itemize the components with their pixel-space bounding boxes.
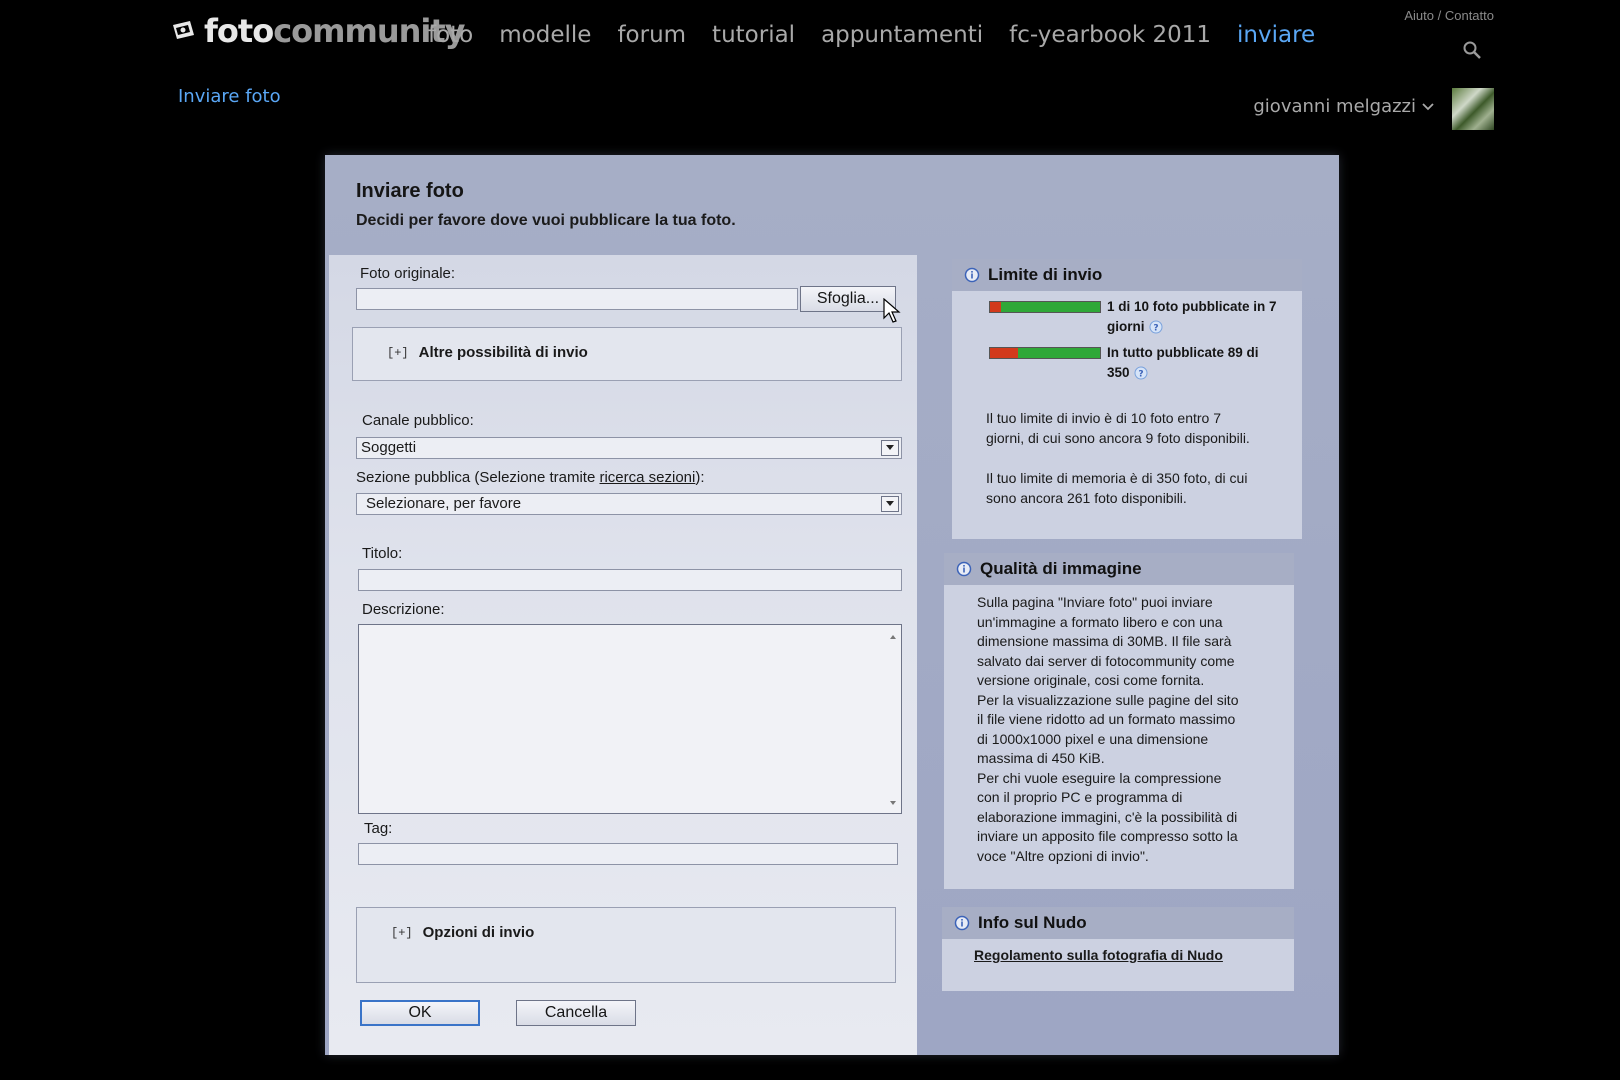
nav-foto[interactable]: foto (428, 22, 473, 48)
top-navigation-bar: fotocommunity foto modelle forum tutoria… (0, 0, 1620, 150)
nude-info-title: Info sul Nudo (978, 913, 1087, 932)
upload-dialog: Inviare foto Decidi per favore dove vuoi… (325, 155, 1339, 1055)
mouse-cursor-icon (883, 298, 901, 323)
expand-icon: [+] (391, 925, 413, 940)
image-quality-text: Sulla pagina "Inviare foto" puoi inviare… (977, 594, 1239, 864)
scroll-up-icon[interactable] (890, 635, 896, 639)
dialog-title: Inviare foto (356, 180, 464, 202)
help-contact-link[interactable]: Aiuto / Contatto (1404, 8, 1494, 23)
info-icon (956, 561, 972, 577)
title-input[interactable] (358, 569, 902, 591)
search-icon[interactable] (1462, 40, 1482, 60)
upload-limit-title: Limite di invio (988, 265, 1103, 284)
dropdown-arrow-icon[interactable] (881, 496, 899, 512)
weekly-limit-text: 1 di 10 foto pubblicate in 7 giorni? (1107, 299, 1277, 334)
original-photo-file-input[interactable] (356, 288, 798, 310)
public-channel-value: Soggetti (361, 439, 417, 456)
cancel-button[interactable]: Cancella (516, 1000, 636, 1026)
nav-inviare[interactable]: inviare (1237, 22, 1315, 48)
more-upload-options-label: Altre possibilità di invio (418, 344, 588, 361)
help-icon[interactable]: ? (1149, 320, 1163, 334)
nude-info-panel: Info sul Nudo Regolamento sulla fotograf… (942, 907, 1294, 991)
expand-icon: [+] (387, 345, 409, 360)
fotocommunity-logo[interactable]: fotocommunity (170, 12, 466, 50)
upload-limit-header: Limite di invio (952, 259, 1302, 291)
main-nav: foto modelle forum tutorial appuntamenti… (428, 22, 1315, 48)
original-photo-label: Foto originale: (360, 265, 456, 282)
description-label: Descrizione: (362, 601, 445, 618)
subnav-inviare-foto[interactable]: Inviare foto (178, 86, 281, 107)
nav-modelle[interactable]: modelle (499, 22, 591, 48)
public-channel-select[interactable]: Soggetti (356, 437, 902, 459)
user-menu[interactable]: giovanni melgazzi (1253, 96, 1434, 117)
more-upload-options-expander[interactable]: [+] Altre possibilità di invio (352, 327, 902, 381)
nav-yearbook[interactable]: fc-yearbook 2011 (1009, 22, 1211, 48)
scroll-down-icon[interactable] (890, 801, 896, 805)
upload-limit-panel: Limite di invio 1 di 10 foto pubblicate … (952, 259, 1302, 539)
total-limit-text: In tutto pubblicate 89 di 350? (1107, 345, 1259, 380)
image-quality-panel: Qualità di immagine Sulla pagina "Inviar… (944, 553, 1294, 889)
nav-forum[interactable]: forum (617, 22, 686, 48)
public-section-select[interactable]: Selezionare, per favore (356, 493, 902, 515)
ok-button[interactable]: OK (360, 1000, 480, 1026)
info-icon (964, 267, 980, 283)
tag-input[interactable] (358, 843, 898, 865)
svg-text:?: ? (1138, 370, 1143, 380)
total-limit-bar (989, 347, 1101, 359)
public-channel-label: Canale pubblico: (362, 412, 474, 429)
public-section-value: Selezionare, per favore (366, 495, 522, 512)
chevron-down-icon (1422, 102, 1434, 110)
tag-label: Tag: (364, 820, 393, 837)
send-options-label: Opzioni di invio (422, 924, 535, 941)
nude-info-header: Info sul Nudo (942, 907, 1294, 939)
nude-rules-link[interactable]: Regolamento sulla fotografia di Nudo (974, 947, 1223, 963)
nav-appuntamenti[interactable]: appuntamenti (821, 22, 983, 48)
image-quality-header: Qualità di immagine (944, 553, 1294, 585)
total-limit-used (990, 348, 1018, 358)
public-section-label: Sezione pubblica (Selezione tramite rice… (356, 469, 705, 486)
upload-form: Foto originale: Sfoglia... [+] Altre pos… (329, 255, 917, 1055)
logo-text-foto: foto (204, 12, 274, 50)
weekly-limit-bar (989, 301, 1101, 313)
memory-limit-note: Il tuo limite di memoria è di 350 foto, … (986, 470, 1248, 506)
section-search-link[interactable]: ricerca sezioni (599, 469, 695, 486)
help-icon[interactable]: ? (1134, 366, 1148, 380)
dropdown-arrow-icon[interactable] (881, 440, 899, 456)
svg-text:?: ? (1153, 324, 1158, 334)
upload-limit-note: Il tuo limite di invio è di 10 foto entr… (986, 410, 1250, 446)
weekly-limit-used (990, 302, 1001, 312)
send-options-expander[interactable]: [+] Opzioni di invio (356, 907, 896, 983)
title-label: Titolo: (362, 545, 403, 562)
info-icon (954, 915, 970, 931)
browse-button[interactable]: Sfoglia... (800, 286, 896, 312)
user-name: giovanni melgazzi (1253, 96, 1416, 117)
camera-logo-icon (173, 21, 194, 39)
description-textarea[interactable] (358, 624, 902, 814)
image-quality-title: Qualità di immagine (980, 559, 1142, 578)
avatar[interactable] (1452, 88, 1494, 130)
nav-tutorial[interactable]: tutorial (712, 22, 795, 48)
dialog-subtitle: Decidi per favore dove vuoi pubblicare l… (356, 212, 736, 229)
